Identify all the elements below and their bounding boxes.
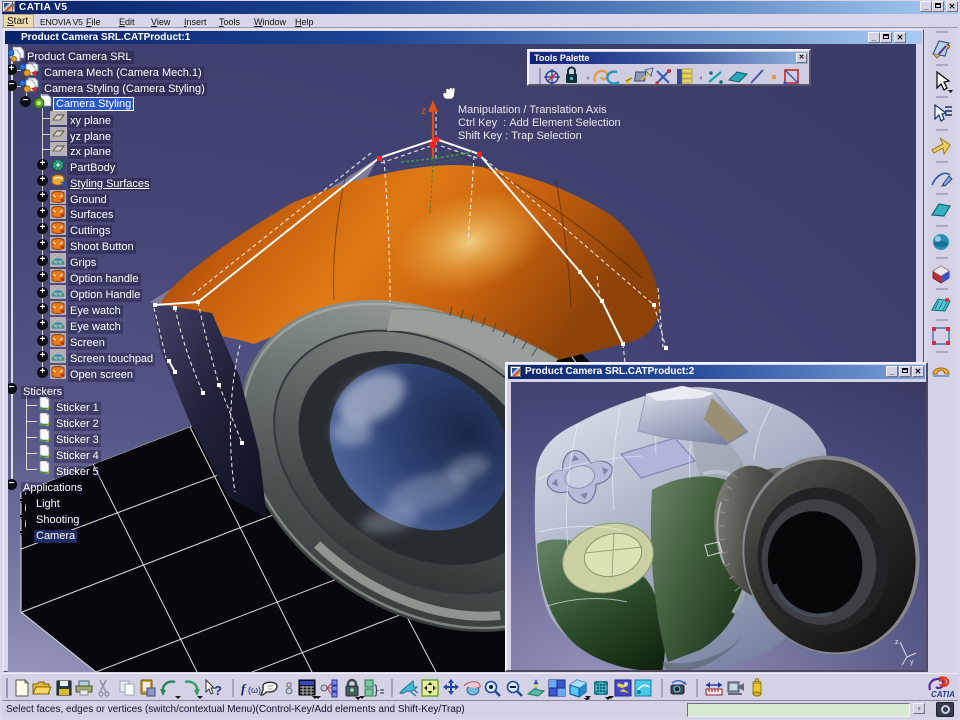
svg-text:CATIA: CATIA bbox=[931, 690, 955, 699]
svg-text:Shift Key : Trap Selection: Shift Key : Trap Selection bbox=[458, 130, 582, 142]
svg-text:?: ? bbox=[214, 683, 222, 698]
svg-text:(ω): (ω) bbox=[248, 685, 261, 695]
svg-text:z: z bbox=[895, 639, 899, 646]
svg-text:z: z bbox=[421, 106, 426, 117]
svg-text:f: f bbox=[241, 681, 247, 696]
svg-text:}: } bbox=[374, 682, 379, 697]
svg-text:Ctrl Key : Add Element Select: Ctrl Key : Add Element Selection bbox=[458, 117, 621, 129]
svg-text:Manipulation / Translation Axi: Manipulation / Translation Axis bbox=[458, 104, 607, 116]
svg-text:y: y bbox=[910, 659, 914, 666]
